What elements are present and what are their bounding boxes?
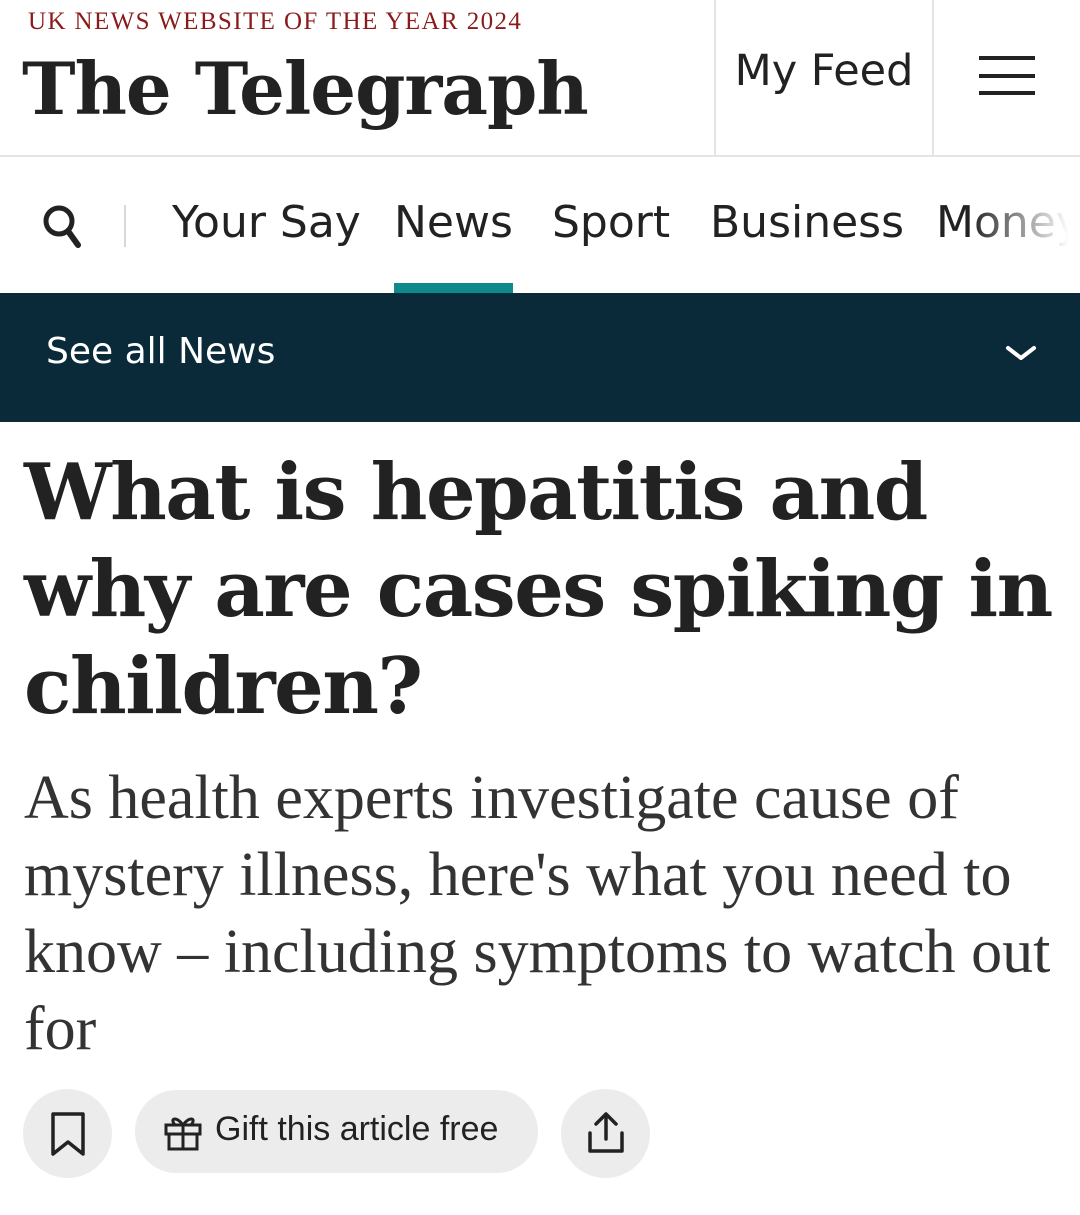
search-icon[interactable] [42, 203, 84, 251]
gift-article-button[interactable]: Gift this article free [135, 1090, 538, 1173]
my-feed-button[interactable]: My Feed [716, 0, 932, 156]
gift-icon [164, 1117, 202, 1151]
nav-item-sport[interactable]: Sport [552, 197, 670, 248]
article-headline: What is hepatitis and why are cases spik… [24, 447, 1053, 732]
bookmark-icon [51, 1112, 85, 1156]
bookmark-button[interactable] [23, 1089, 112, 1178]
share-button[interactable] [561, 1089, 650, 1178]
see-all-news-bar[interactable]: See all News [0, 293, 1080, 422]
see-all-news-label: See all News [46, 331, 276, 372]
logo[interactable]: The Telegraph [22, 44, 589, 134]
masthead: UK NEWS WEBSITE OF THE YEAR 2024 The Tel… [0, 0, 1080, 157]
nav-item-money[interactable]: Money [936, 197, 1080, 248]
share-icon [588, 1112, 624, 1153]
article-standfirst: As health experts investigate cause of m… [24, 764, 1051, 1063]
nav-item-your-say[interactable]: Your Say [172, 197, 361, 248]
award-banner: UK NEWS WEBSITE OF THE YEAR 2024 [28, 8, 523, 35]
gift-article-label: Gift this article free [215, 1110, 499, 1148]
section-nav: Your Say News Sport Business Money [0, 157, 1080, 293]
nav-item-business[interactable]: Business [710, 197, 904, 248]
nav-item-news[interactable]: News [394, 197, 513, 293]
nav-divider [124, 205, 126, 247]
chevron-down-icon [1006, 346, 1036, 360]
menu-button[interactable] [934, 0, 1080, 156]
